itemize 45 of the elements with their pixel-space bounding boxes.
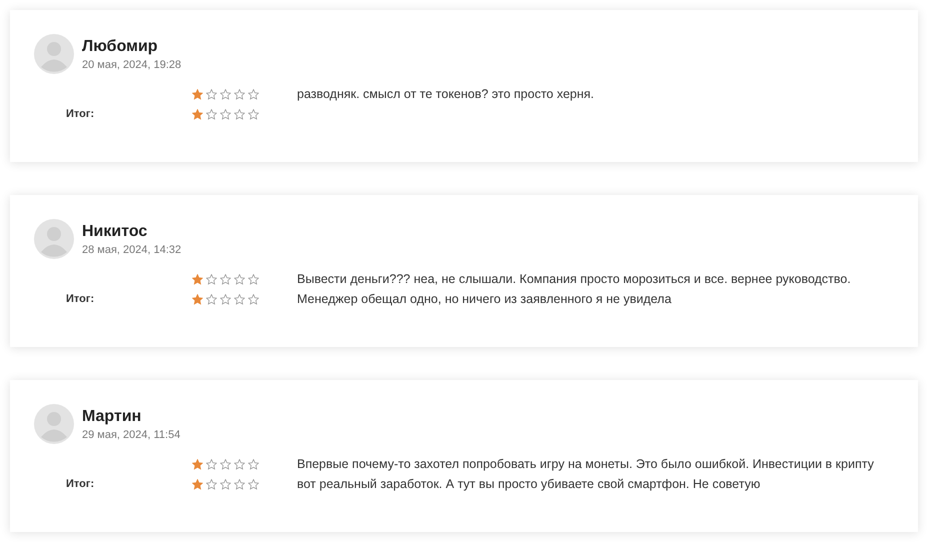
star-icon <box>248 294 259 304</box>
star-icon <box>248 478 259 490</box>
star-icon <box>206 274 217 284</box>
reviewer-name: Любомир <box>82 38 159 56</box>
star-icon <box>234 458 245 470</box>
star-icon <box>206 478 217 490</box>
star-icon <box>248 88 259 100</box>
review-text: Впервые почему-то захотел попробовать игру на монеты. Это было ошибкой. Инвестиции в крипту вот реальный заработок. А тут вы просто убиваете свой смартфон. Не советую <box>297 456 875 493</box>
star-icon <box>220 274 231 284</box>
star-icon <box>234 108 245 120</box>
star-icon <box>220 294 231 304</box>
reviewer-name: Мартин <box>82 408 142 426</box>
star-icon <box>220 108 231 120</box>
review-date: 20 мая, 2024, 19:28 <box>82 58 182 70</box>
star-icon <box>192 108 203 120</box>
rating-label: Итог: <box>66 293 96 305</box>
review-date: 28 мая, 2024, 14:32 <box>82 244 182 256</box>
star-icon <box>234 88 245 100</box>
star-icon <box>248 458 259 470</box>
rating-label: Итог: <box>66 478 96 490</box>
star-icon <box>248 274 259 284</box>
star-icon <box>206 458 217 470</box>
avatar-icon <box>34 34 74 74</box>
star-icon <box>206 108 217 120</box>
avatar-icon <box>34 404 74 444</box>
star-icon <box>192 458 203 470</box>
star-icon <box>192 478 203 490</box>
star-icon <box>220 458 231 470</box>
star-icon <box>248 108 259 120</box>
star-icon <box>192 88 203 100</box>
star-icon <box>234 274 245 284</box>
star-icon <box>192 274 203 284</box>
review-text: разводняк. смысл от те токенов? это просто херня. <box>297 86 596 103</box>
star-icon <box>234 294 245 304</box>
star-icon <box>192 294 203 304</box>
star-icon <box>206 88 217 100</box>
rating-label: Итог: <box>66 108 96 120</box>
review-text: Вывести деньги??? неа, не слышали. Компания просто морозиться и все. вернее руководство. Менеджер обещал одно, но ничего из заявленного я не увидела <box>297 271 852 308</box>
star-icon <box>234 478 245 490</box>
review-date: 29 мая, 2024, 11:54 <box>82 428 180 440</box>
star-icon <box>220 88 231 100</box>
star-icon <box>206 294 217 304</box>
reviewer-name: Никитос <box>82 222 148 240</box>
star-icon <box>220 478 231 490</box>
avatar-icon <box>34 219 74 259</box>
